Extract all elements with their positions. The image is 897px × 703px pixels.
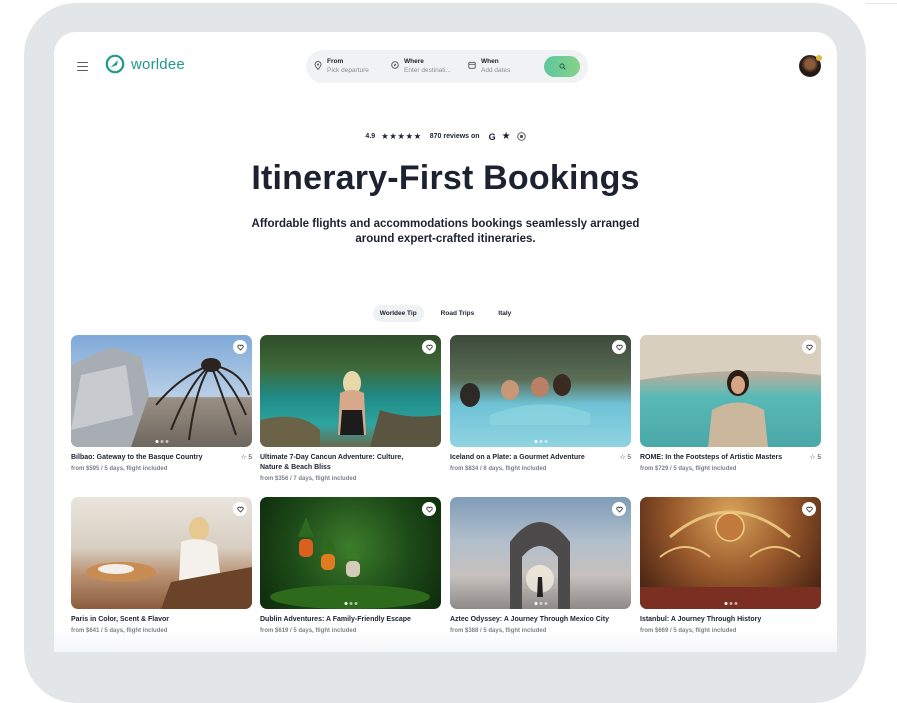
trip-title-text: Ultimate 7-Day Cancun Adventure: Culture…	[260, 454, 404, 471]
trip-price: from $834 / 6 days, flight included	[450, 466, 547, 472]
search-from-field[interactable]: From Pick departure	[314, 57, 369, 75]
trip-card-cancun[interactable]: Ultimate 7-Day Cancun Adventure: Culture…	[260, 335, 441, 482]
trip-title-text: Paris in Color, Scent & Flavor	[71, 616, 170, 623]
trip-card-mexico-city[interactable]: Aztec Odyssey: A Journey Through Mexico …	[450, 497, 631, 634]
trip-price: from $595 / 5 days, flight included	[71, 466, 168, 472]
trip-title: Aztec Odyssey: A Journey Through Mexico …	[450, 615, 631, 625]
search-where-field[interactable]: Where Enter destinati...	[391, 57, 451, 75]
carousel-dots	[155, 440, 168, 443]
category-tabs: Worldee Tip Road Trips Italy	[54, 305, 837, 322]
trip-title-text: Dublin Adventures: A Family-Friendly Esc…	[260, 616, 411, 623]
carousel-dots	[534, 440, 547, 443]
page-subtitle: Affordable flights and accommodations bo…	[234, 217, 657, 247]
reviews-strip: 4.9 ★★★★★ 870 reviews on G ★	[54, 131, 837, 142]
favorite-heart-icon[interactable]	[612, 340, 626, 354]
star-icon: ★	[501, 131, 511, 142]
carousel-dots	[534, 602, 547, 605]
trip-card-paris[interactable]: Paris in Color, Scent & Flavor from $641…	[71, 497, 252, 634]
tab-road-trips[interactable]: Road Trips	[434, 305, 482, 322]
logo[interactable]: worldee	[105, 54, 185, 74]
trip-rating: ☆ 5	[809, 454, 821, 461]
compass-icon	[391, 61, 399, 69]
where-label: Where	[404, 58, 424, 65]
trip-title-text: ROME: In the Footsteps of Artistic Maste…	[640, 454, 783, 461]
search-bar: From Pick departure Where Enter destinat…	[306, 50, 588, 83]
device-frame-edge	[866, 3, 897, 4]
trip-title-text: Istanbul: A Journey Through History	[640, 616, 762, 623]
trip-title: ROME: In the Footsteps of Artistic Maste…	[640, 453, 821, 463]
trip-image-paris	[71, 497, 252, 609]
trip-price: from $619 / 5 days, flight included	[260, 628, 357, 634]
trip-card-iceland[interactable]: Iceland on a Plate: a Gourmet Adventure ☆…	[450, 335, 631, 472]
trip-card-istanbul[interactable]: Istanbul: A Journey Through History from…	[640, 497, 821, 634]
reviews-count: 870 reviews on	[429, 133, 480, 140]
logo-text: worldee	[131, 55, 185, 73]
trip-title: Bilbao: Gateway to the Basque Country ☆ 5	[71, 453, 252, 463]
trip-card-rome[interactable]: ROME: In the Footsteps of Artistic Maste…	[640, 335, 821, 472]
trip-rating: ☆ 5	[240, 454, 252, 461]
page-title: Itinerary-First Bookings	[251, 159, 640, 197]
carousel-dots	[344, 602, 357, 605]
trip-title: Iceland on a Plate: a Gourmet Adventure ☆…	[450, 453, 631, 463]
google-icon: G	[488, 131, 496, 142]
trip-price: from $388 / 5 days, flight included	[450, 628, 547, 634]
user-avatar[interactable]	[799, 55, 822, 77]
rating-stars: ★★★★★	[381, 131, 422, 141]
trip-image-rome	[640, 335, 821, 447]
favorite-heart-icon[interactable]	[612, 502, 626, 516]
trip-title: Ultimate 7-Day Cancun Adventure: Culture…	[260, 453, 441, 473]
trip-rating: ☆ 5	[619, 454, 631, 461]
favorite-heart-icon[interactable]	[233, 340, 247, 354]
hamburger-menu-icon[interactable]	[77, 62, 88, 71]
location-pin-icon	[314, 61, 322, 70]
favorite-heart-icon[interactable]	[233, 502, 247, 516]
trip-image-mexico-city	[450, 497, 631, 609]
trip-image-cancun	[260, 335, 441, 447]
favorite-heart-icon[interactable]	[422, 502, 436, 516]
trip-card-dublin[interactable]: Dublin Adventures: A Family-Friendly Esc…	[260, 497, 441, 634]
trip-image-iceland	[450, 335, 631, 447]
trip-price: from $356 / 7 days, flight included	[260, 476, 357, 482]
favorite-heart-icon[interactable]	[422, 340, 436, 354]
rating-score: 4.9	[365, 133, 376, 140]
trip-price: from $669 / 5 days, flight included	[640, 628, 737, 634]
from-label: From	[327, 58, 344, 65]
favorite-heart-icon[interactable]	[802, 502, 816, 516]
tab-worldee-tip[interactable]: Worldee Tip	[372, 305, 424, 322]
review-platform-icon	[516, 132, 526, 141]
trip-image-bilbao	[71, 335, 252, 447]
when-label: When	[481, 58, 499, 65]
subtitle-line-2: around expert-crafted itineraries.	[355, 233, 536, 245]
favorite-heart-icon[interactable]	[802, 340, 816, 354]
trip-title-text: Aztec Odyssey: A Journey Through Mexico …	[450, 616, 609, 623]
tab-italy[interactable]: Italy	[491, 305, 518, 322]
search-button[interactable]	[544, 56, 580, 77]
trip-card-bilbao[interactable]: Bilbao: Gateway to the Basque Country ☆ 5…	[71, 335, 252, 472]
app-screen: worldee From Pick departure Where Enter …	[54, 32, 837, 652]
trip-title: Paris in Color, Scent & Flavor	[71, 615, 252, 625]
search-when-field[interactable]: When Add dates	[468, 57, 510, 75]
when-placeholder: Add dates	[481, 67, 511, 74]
carousel-dots	[724, 602, 737, 605]
subtitle-line-1: Affordable flights and accommodations bo…	[251, 218, 640, 230]
trip-title: Dublin Adventures: A Family-Friendly Esc…	[260, 615, 441, 625]
where-placeholder: Enter destinati...	[404, 67, 451, 74]
trip-image-dublin	[260, 497, 441, 609]
trip-image-istanbul	[640, 497, 821, 609]
trip-title: Istanbul: A Journey Through History	[640, 615, 821, 625]
from-placeholder: Pick departure	[327, 67, 369, 74]
search-icon	[558, 63, 566, 70]
calendar-icon	[468, 61, 476, 69]
trip-title-text: Iceland on a Plate: a Gourmet Adventure	[450, 454, 585, 461]
trip-price: from $729 / 5 days, flight included	[640, 466, 737, 472]
worldee-logo-icon	[105, 54, 125, 74]
trip-price: from $641 / 5 days, flight included	[71, 628, 168, 634]
trip-title-text: Bilbao: Gateway to the Basque Country	[71, 454, 203, 461]
